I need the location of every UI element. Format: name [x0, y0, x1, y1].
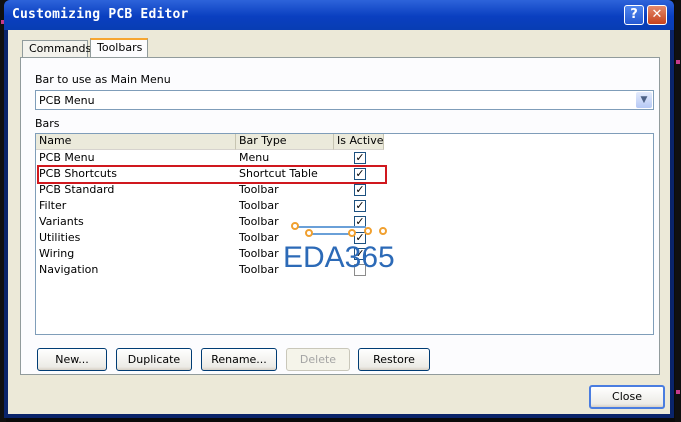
highlight-box [37, 165, 387, 184]
active-checkbox[interactable]: ✓ [354, 152, 366, 164]
row-type: Toolbar [239, 183, 279, 196]
help-icon: ? [630, 7, 638, 22]
row-name: Navigation [39, 263, 99, 276]
chevron-down-icon[interactable]: ▼ [636, 92, 652, 108]
table-row[interactable]: PCB Standard Toolbar ✓ [36, 182, 386, 198]
row-type: Toolbar [239, 215, 279, 228]
row-name: PCB Standard [39, 183, 115, 196]
toolbars-panel: Bar to use as Main Menu PCB Menu ▼ Bars … [20, 57, 660, 375]
column-header-is-active[interactable]: Is Active [334, 134, 384, 150]
watermark-pad [305, 229, 313, 237]
column-header-bar-type[interactable]: Bar Type [236, 134, 334, 150]
active-checkbox[interactable]: ✓ [354, 184, 366, 196]
watermark-pad [291, 222, 299, 230]
bars-label: Bars [35, 117, 60, 130]
row-name: PCB Menu [39, 151, 95, 164]
watermark-logo: EDA365 [283, 241, 395, 274]
customizing-dialog: Customizing PCB Editor ? ✕ Commands Tool… [4, 0, 674, 418]
pcb-pad [676, 390, 680, 394]
tab-commands[interactable]: Commands [22, 40, 91, 57]
column-header-name[interactable]: Name [36, 134, 236, 150]
delete-button[interactable]: Delete [286, 348, 350, 371]
row-name: Utilities [39, 231, 81, 244]
table-row[interactable]: Filter Toolbar ✓ [36, 198, 386, 214]
main-menu-value: PCB Menu [39, 94, 95, 107]
row-name: Variants [39, 215, 84, 228]
row-type: Toolbar [239, 263, 279, 276]
close-icon: ✕ [651, 7, 663, 22]
watermark-pad [379, 227, 387, 235]
watermark-pad [348, 229, 356, 237]
pcb-pad [676, 60, 680, 64]
row-type: Toolbar [239, 199, 279, 212]
row-name: Wiring [39, 247, 75, 260]
dialog-body: Commands Toolbars Bar to use as Main Men… [8, 30, 670, 414]
row-type: Menu [239, 151, 270, 164]
restore-button[interactable]: Restore [358, 348, 430, 371]
help-button[interactable]: ? [624, 5, 644, 25]
duplicate-button[interactable]: Duplicate [116, 348, 192, 371]
close-button[interactable]: Close [589, 385, 665, 409]
row-type: Toolbar [239, 247, 279, 260]
watermark-trace [311, 233, 351, 235]
watermark-pad [364, 227, 372, 235]
new-button[interactable]: New... [37, 348, 107, 371]
rename-button[interactable]: Rename... [201, 348, 277, 371]
background-pcb-right [675, 0, 681, 422]
active-checkbox[interactable]: ✓ [354, 200, 366, 212]
tab-toolbars[interactable]: Toolbars [90, 38, 148, 58]
window-title: Customizing PCB Editor [12, 7, 189, 22]
main-menu-label: Bar to use as Main Menu [35, 73, 171, 86]
watermark-trace [296, 226, 366, 228]
title-close-button[interactable]: ✕ [647, 5, 667, 25]
title-bar[interactable]: Customizing PCB Editor ? ✕ [4, 0, 674, 30]
row-type: Toolbar [239, 231, 279, 244]
table-row[interactable]: PCB Menu Menu ✓ [36, 150, 386, 166]
main-menu-select[interactable]: PCB Menu ▼ [35, 90, 654, 110]
row-name: Filter [39, 199, 67, 212]
